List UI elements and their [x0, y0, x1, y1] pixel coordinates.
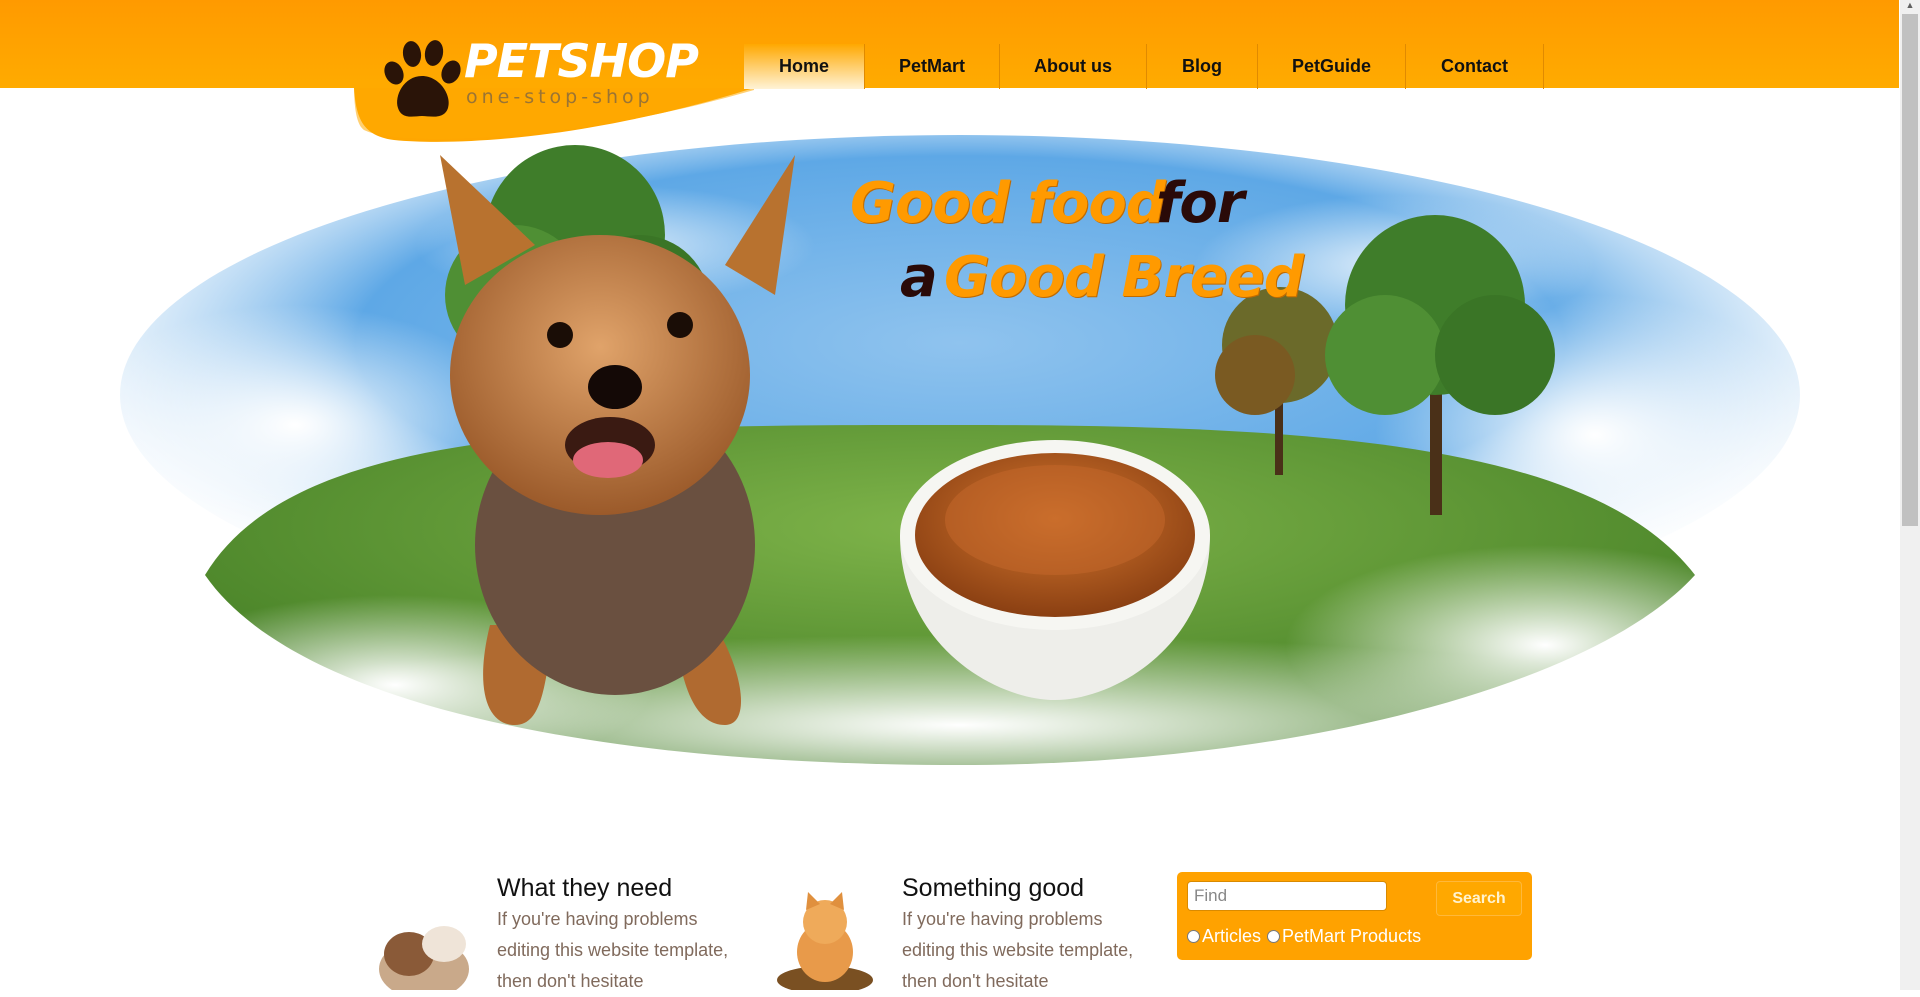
search-input[interactable]: [1187, 881, 1387, 911]
nav-petguide[interactable]: PetGuide: [1258, 44, 1406, 89]
logo-tagline: one-stop-shop: [466, 86, 654, 108]
nav-about-us[interactable]: About us: [1000, 44, 1147, 89]
nav-home[interactable]: Home: [744, 44, 865, 89]
scrollbar-thumb[interactable]: [1902, 14, 1918, 526]
headline-for: for: [1156, 171, 1244, 236]
headline-a: a: [900, 245, 938, 310]
main-nav: Home PetMart About us Blog PetGuide Cont…: [744, 44, 1544, 89]
logo[interactable]: PETSHOP one-stop-shop: [354, 0, 754, 145]
search-button[interactable]: Search: [1436, 881, 1522, 916]
radio-petmart-products[interactable]: [1267, 930, 1281, 943]
paw-icon: [384, 40, 461, 117]
scroll-up-arrow-icon[interactable]: ▲: [1900, 0, 1920, 14]
column-heading-something-good: Something good: [902, 874, 1085, 902]
nav-petmart[interactable]: PetMart: [865, 44, 1000, 89]
nav-contact[interactable]: Contact: [1406, 44, 1544, 89]
radio-petmart-products-label: PetMart Products: [1282, 926, 1422, 946]
column-text-what-they-need: If you're having problems editing this w…: [497, 909, 729, 991]
column-text-something-good: If you're having problems editing this w…: [902, 909, 1134, 991]
kitten-thumbnail: [777, 892, 873, 990]
search-scope: Articles PetMart Products: [1185, 926, 1421, 947]
headline-good-food: Good food: [850, 171, 1166, 236]
radio-articles-label: Articles: [1202, 926, 1262, 946]
headline-good-breed: Good Breed: [944, 245, 1304, 310]
search-widget: Search Articles PetMart Products: [1177, 872, 1532, 960]
logo-title: PETSHOP: [464, 34, 699, 88]
radio-articles[interactable]: [1187, 930, 1200, 943]
nav-blog[interactable]: Blog: [1147, 44, 1258, 89]
column-heading-what-they-need: What they need: [497, 874, 673, 902]
puppy-thumbnail: [379, 926, 469, 990]
vertical-scrollbar[interactable]: ▲: [1900, 0, 1920, 990]
